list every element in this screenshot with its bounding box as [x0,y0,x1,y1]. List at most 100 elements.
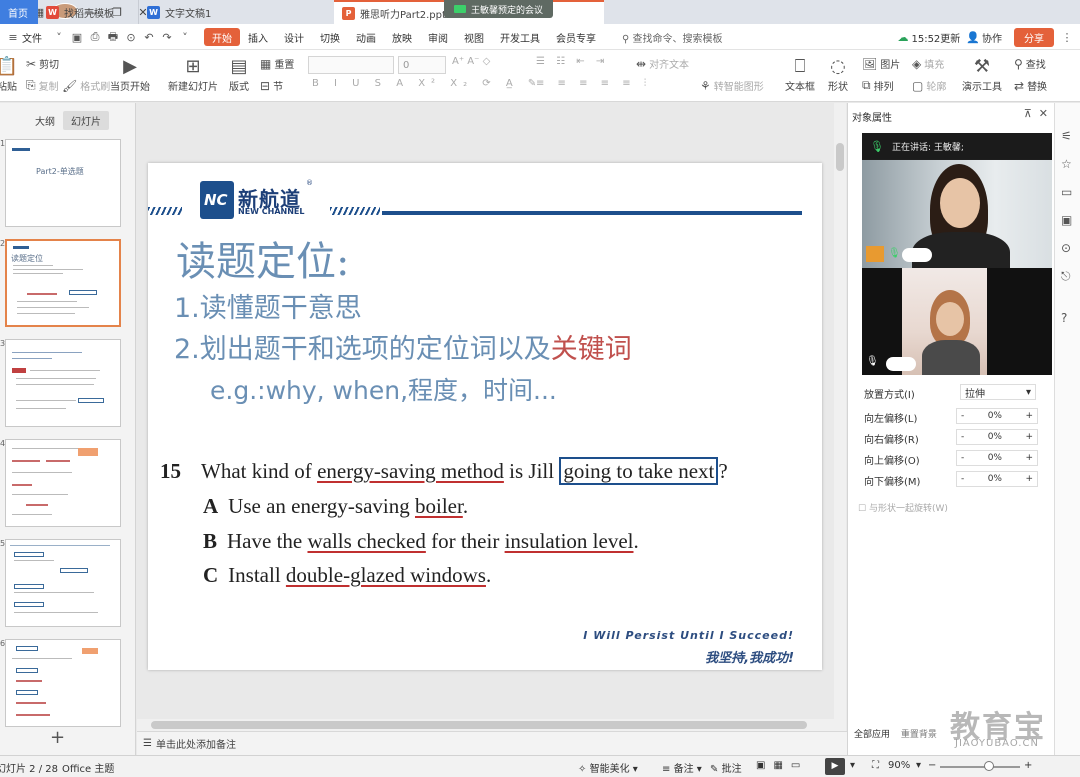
zoom-in-icon[interactable]: + [1024,760,1032,771]
notes-area[interactable]: ☰ 单击此处添加备注 [137,731,847,755]
chevron-down-icon[interactable]: ˅ [52,31,66,44]
slide-thumb-4[interactable] [5,439,121,527]
placement-select[interactable]: 拉伸 ▾ [960,384,1036,400]
menu-animation[interactable]: 动画 [348,30,384,45]
minus-icon[interactable]: - [961,474,964,484]
notes-button[interactable]: ≡ 备注 ▾ [662,760,702,775]
command-search[interactable]: ⚲ 查找命令、搜索模板 [614,30,731,45]
add-slide-icon[interactable]: + [50,727,65,748]
new-slide-button[interactable]: ⊞ 新建幻灯片 [164,56,222,93]
zoom-slider-track[interactable] [940,766,1020,768]
tab-document[interactable]: W 文字文稿1 [138,0,334,24]
reset-button[interactable]: ▦ 重置 [260,56,294,72]
video-call-overlay[interactable]: 🎙 正在讲话: 王敏馨; 🎙 🎙 [862,133,1052,375]
fit-window-icon[interactable]: ⛶ [872,760,879,771]
rotate-with-shape-checkbox[interactable]: ☐ 与形状一起旋转(W) [858,501,948,514]
align-text-button[interactable]: ⇹ 对齐文本 [636,56,689,72]
paragraph-align-group[interactable]: ≡ ≡ ≡ ≡ ≡ ⫶ [536,78,651,89]
sync-status[interactable]: 15:52更新 [911,30,966,45]
outline-button[interactable]: ▢ 轮廓 [912,78,946,94]
plus-icon[interactable]: + [1025,411,1033,421]
slide-thumb-5[interactable] [5,539,121,627]
shape-button[interactable]: ◌ 形状 [820,56,856,93]
zoom-out-icon[interactable]: − [928,760,936,771]
textbox-button[interactable]: ⎕ 文本框 [780,56,820,93]
star-icon[interactable]: ☆ [1061,157,1072,171]
properties-icon[interactable]: ⚟ [1061,129,1072,143]
format-painter-button[interactable]: 🖌 格式刷 [62,78,110,94]
menu-member[interactable]: 会员专享 [548,30,604,45]
font-size-select[interactable]: 0 [398,56,446,74]
presentation-tools-button[interactable]: ⚒ 演示工具 [958,56,1006,93]
tab-home[interactable]: 首页 [0,0,38,24]
font-style-group[interactable]: B I U S A X² X₂ ⟳ A̲ ✎ [312,78,542,89]
slide-thumb-3[interactable] [5,339,121,427]
plus-icon[interactable]: + [1025,453,1033,463]
offset-bottom-stepper[interactable]: - 0% + [956,471,1038,487]
tab-templates[interactable]: W 找稻壳模板 [38,0,138,24]
share-icon[interactable]: ⎋ [1061,269,1071,284]
vertical-scroll-thumb[interactable] [836,143,844,171]
horizontal-scrollbar[interactable] [137,719,834,731]
fill-button[interactable]: ◈ 填充 [912,56,944,72]
layout-button[interactable]: ▤ 版式 [222,56,256,93]
more-options-icon[interactable]: ⋮ [1060,31,1074,44]
image-icon[interactable]: ▣ [1061,213,1072,227]
menu-design[interactable]: 设计 [276,30,312,45]
copy-button[interactable]: ⎘ 复制 [26,78,59,93]
minus-icon[interactable]: - [961,432,964,442]
slide-thumb-2[interactable]: 读题定位 [5,239,121,327]
menu-slideshow[interactable]: 放映 [384,30,420,45]
comments-button[interactable]: ✎ 批注 [710,760,742,775]
zoom-slider-knob[interactable] [984,761,994,771]
tab-outline[interactable]: 大纲 [27,111,63,130]
list-group[interactable]: ☰ ☷ ⇤ ⇥ [536,56,608,67]
vertical-scrollbar[interactable] [834,103,846,731]
close-panel-icon[interactable]: ✕ [1039,107,1048,120]
meeting-indicator[interactable]: 王敏馨预定的会议 [444,0,554,18]
print-icon[interactable]: 🖶 [106,28,120,47]
undo-icon[interactable]: ↶ [142,31,156,44]
slideshow-play-icon[interactable]: ▶ [825,758,845,775]
minus-icon[interactable]: - [961,453,964,463]
cut-button[interactable]: ✂ 剪切 [26,56,59,72]
hamburger-icon[interactable]: ≡ [6,31,20,44]
plus-icon[interactable]: + [1025,432,1033,442]
zoom-dropdown-icon[interactable]: ▾ [916,760,921,771]
offset-top-stepper[interactable]: - 0% + [956,450,1038,466]
tab-slides[interactable]: 幻灯片 [63,111,109,130]
zoom-level[interactable]: 90% [888,760,910,771]
menu-file[interactable]: 文件 [22,30,50,45]
plus-icon[interactable]: + [1025,474,1033,484]
menu-insert[interactable]: 插入 [240,30,276,45]
smart-art-button[interactable]: ⚘ 转智能图形 [700,78,764,94]
font-name-select[interactable] [308,56,394,74]
reset-background-button[interactable]: 重置背景 [901,730,937,740]
from-current-button[interactable]: ▶ 当页开始 [104,56,156,93]
apply-all-button[interactable]: 全部应用 [854,730,890,740]
minus-icon[interactable]: - [961,411,964,421]
section-button[interactable]: ⊟ 节 [260,78,283,94]
more-icon[interactable]: ˅ [178,31,192,44]
font-grow-button[interactable]: A⁺ A⁻ ◇ [452,56,490,67]
replace-button[interactable]: ⇄ 替换 [1014,78,1047,94]
horizontal-scroll-thumb[interactable] [151,721,807,729]
offset-left-stepper[interactable]: - 0% + [956,408,1038,424]
slide-icon[interactable]: ▭ [1061,185,1072,199]
help-icon[interactable]: ? [1061,311,1067,325]
collab-button[interactable]: 协作 [982,30,1006,45]
pin-icon[interactable]: ⊼ [1024,107,1032,120]
menu-home[interactable]: 开始 [204,28,240,46]
find-button[interactable]: ⚲ 查找 [1014,56,1046,72]
offset-right-stepper[interactable]: - 0% + [956,429,1038,445]
view-buttons[interactable]: ▣▦▭ [756,760,808,771]
location-icon[interactable]: ⊙ [1061,241,1071,255]
menu-developer[interactable]: 开发工具 [492,30,548,45]
arrange-button[interactable]: ⧉ 排列 [862,78,894,93]
menu-view[interactable]: 视图 [456,30,492,45]
export-icon[interactable]: ⎙ [88,30,102,44]
save-icon[interactable]: ▣ [70,31,84,44]
share-button[interactable]: 分享 [1014,28,1054,47]
play-menu-icon[interactable]: ▾ [850,760,855,771]
paste-button[interactable]: 📋 粘贴 [0,56,22,93]
